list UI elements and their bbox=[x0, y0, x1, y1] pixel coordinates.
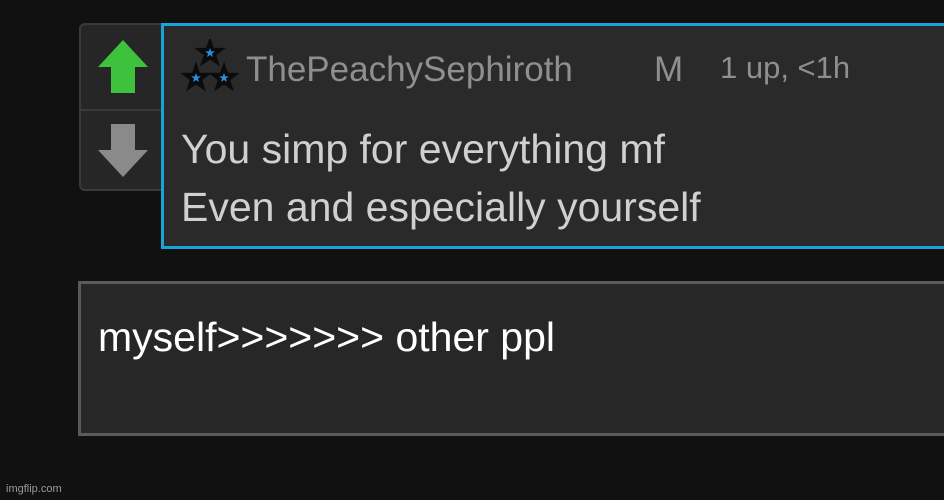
comment-text-line: You simp for everything mf bbox=[181, 126, 665, 172]
watermark: imgflip.com bbox=[6, 483, 62, 495]
vote-panel bbox=[79, 23, 174, 191]
arrow-down-icon bbox=[98, 124, 148, 177]
comment-card: ThePeachySephiroth M 1 up, <1h You simp … bbox=[161, 23, 944, 249]
downvote-button[interactable] bbox=[93, 120, 153, 180]
page: ThePeachySephiroth M 1 up, <1h You simp … bbox=[0, 0, 944, 500]
upvote-button[interactable] bbox=[93, 37, 153, 97]
arrow-up-icon bbox=[98, 40, 148, 93]
comment-meta: 1 up, <1h bbox=[720, 50, 851, 85]
comment-text-line: Even and especially yourself bbox=[181, 184, 701, 230]
reply-input-value: myself>>>>>>> other ppl bbox=[98, 314, 556, 360]
comment-username[interactable]: ThePeachySephiroth bbox=[246, 52, 573, 87]
user-badge: M bbox=[654, 50, 684, 89]
vote-divider bbox=[81, 109, 165, 111]
reply-input[interactable]: myself>>>>>>> other ppl bbox=[78, 281, 944, 436]
stars-icon bbox=[181, 39, 239, 93]
